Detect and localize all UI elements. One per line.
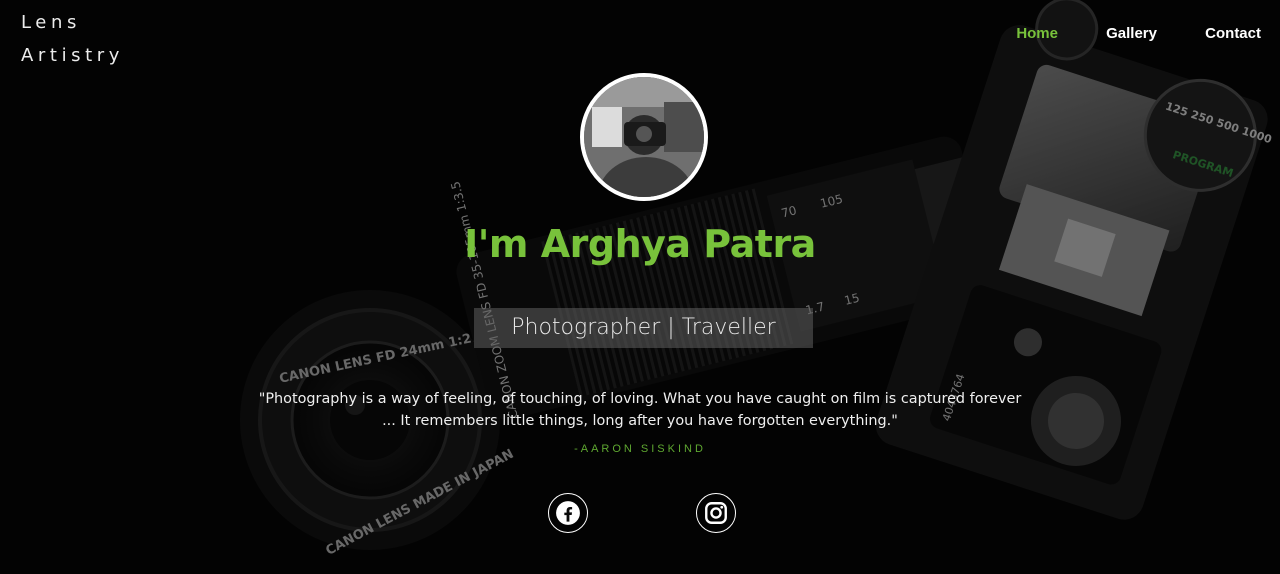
profile-avatar bbox=[580, 73, 708, 201]
facebook-link[interactable] bbox=[548, 493, 588, 533]
nav-home[interactable]: Home bbox=[1016, 25, 1058, 42]
facebook-icon bbox=[556, 501, 580, 525]
site-logo[interactable]: Lens Artistry bbox=[21, 6, 124, 72]
nav-gallery[interactable]: Gallery bbox=[1106, 25, 1157, 42]
quote-line-2: ... It remembers little things, long aft… bbox=[382, 413, 898, 429]
instagram-link[interactable] bbox=[696, 493, 736, 533]
logo-line-2: Artistry bbox=[21, 45, 125, 66]
quote-line-1: "Photography is a way of feeling, of tou… bbox=[258, 391, 1022, 407]
hero-name: I'm Arghya Patra bbox=[464, 222, 816, 266]
hero-quote: "Photography is a way of feeling, of tou… bbox=[140, 388, 1140, 432]
hero-role: Photographer | Traveller bbox=[474, 308, 813, 348]
instagram-icon bbox=[705, 502, 727, 524]
nav-contact[interactable]: Contact bbox=[1205, 25, 1261, 42]
logo-line-1: Lens bbox=[21, 12, 81, 33]
quote-author: -AARON SISKIND bbox=[574, 443, 706, 455]
